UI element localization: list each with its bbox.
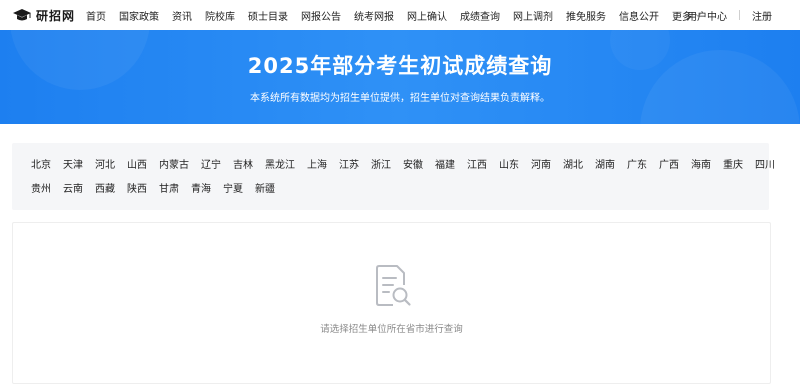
nav-exam-registration[interactable]: 统考网报 [354, 8, 394, 23]
register-link[interactable]: 注册 [752, 8, 772, 23]
province-fujian[interactable]: 福建 [435, 156, 455, 171]
user-center-link[interactable]: 用户中心 [687, 8, 727, 23]
nav-score-query[interactable]: 成绩查询 [460, 8, 500, 23]
nav-online-confirmation[interactable]: 网上确认 [407, 8, 447, 23]
province-hubei[interactable]: 湖北 [563, 156, 583, 171]
province-heilongjiang[interactable]: 黑龙江 [265, 156, 295, 171]
province-shanxi[interactable]: 山西 [127, 156, 147, 171]
nav-national-policy[interactable]: 国家政策 [119, 8, 159, 23]
nav-master-catalog[interactable]: 硕士目录 [248, 8, 288, 23]
province-shanghai[interactable]: 上海 [307, 156, 327, 171]
province-chongqing[interactable]: 重庆 [723, 156, 743, 171]
province-zhejiang[interactable]: 浙江 [371, 156, 391, 171]
page-subtitle: 本系统所有数据均为招生单位提供，招生单位对查询结果负责解释。 [250, 93, 550, 104]
province-row: 贵州 云南 西藏 陕西 甘肃 青海 宁夏 新疆 [31, 180, 287, 195]
province-anhui[interactable]: 安徽 [403, 156, 423, 171]
province-hunan[interactable]: 湖南 [595, 156, 615, 171]
province-guangdong[interactable]: 广东 [627, 156, 647, 171]
page-title: 2025年部分考生初试成绩查询 [247, 54, 553, 78]
province-hebei[interactable]: 河北 [95, 156, 115, 171]
nav-info-disclosure[interactable]: 信息公开 [619, 8, 659, 23]
divider [739, 10, 740, 20]
province-shandong[interactable]: 山东 [499, 156, 519, 171]
result-panel: 请选择招生单位所在省市进行查询 [12, 222, 771, 384]
province-jiangxi[interactable]: 江西 [467, 156, 487, 171]
main-nav: 首页 国家政策 资讯 院校库 硕士目录 网报公告 统考网报 网上确认 成绩查询 … [86, 0, 714, 30]
empty-state-message: 请选择招生单位所在省市进行查询 [320, 324, 463, 335]
province-ningxia[interactable]: 宁夏 [223, 180, 243, 195]
province-henan[interactable]: 河南 [531, 156, 551, 171]
province-shaanxi[interactable]: 陕西 [127, 180, 147, 195]
province-guangxi[interactable]: 广西 [659, 156, 679, 171]
nav-home[interactable]: 首页 [86, 8, 106, 23]
nav-news[interactable]: 资讯 [172, 8, 192, 23]
province-qinghai[interactable]: 青海 [191, 180, 211, 195]
nav-recommendation-service[interactable]: 推免服务 [566, 8, 606, 23]
province-row: 北京 天津 河北 山西 内蒙古 辽宁 吉林 黑龙江 上海 江苏 浙江 安徽 福建… [31, 156, 787, 171]
province-yunnan[interactable]: 云南 [63, 180, 83, 195]
province-jilin[interactable]: 吉林 [233, 156, 253, 171]
province-liaoning[interactable]: 辽宁 [201, 156, 221, 171]
nav-school-library[interactable]: 院校库 [205, 8, 235, 23]
site-logo[interactable]: 研招网 [12, 6, 75, 24]
province-gansu[interactable]: 甘肃 [159, 180, 179, 195]
province-sichuan[interactable]: 四川 [755, 156, 775, 171]
province-beijing[interactable]: 北京 [31, 156, 51, 171]
page-banner: 2025年部分考生初试成绩查询 本系统所有数据均为招生单位提供，招生单位对查询结… [0, 30, 800, 124]
province-hainan[interactable]: 海南 [691, 156, 711, 171]
graduation-cap-icon [13, 9, 31, 21]
top-navigation: 研招网 首页 国家政策 资讯 院校库 硕士目录 网报公告 统考网报 网上确认 成… [0, 0, 800, 31]
province-xizang[interactable]: 西藏 [95, 180, 115, 195]
province-guizhou[interactable]: 贵州 [31, 180, 51, 195]
nav-registration-notice[interactable]: 网报公告 [301, 8, 341, 23]
province-tianjin[interactable]: 天津 [63, 156, 83, 171]
nav-online-adjustment[interactable]: 网上调剂 [513, 8, 553, 23]
province-xinjiang[interactable]: 新疆 [255, 180, 275, 195]
province-jiangsu[interactable]: 江苏 [339, 156, 359, 171]
user-links: 用户中心 注册 [687, 0, 772, 30]
document-search-icon [376, 265, 411, 306]
province-selector: 北京 天津 河北 山西 内蒙古 辽宁 吉林 黑龙江 上海 江苏 浙江 安徽 福建… [12, 143, 775, 210]
logo-text: 研招网 [36, 8, 76, 23]
province-neimenggu[interactable]: 内蒙古 [159, 156, 189, 171]
